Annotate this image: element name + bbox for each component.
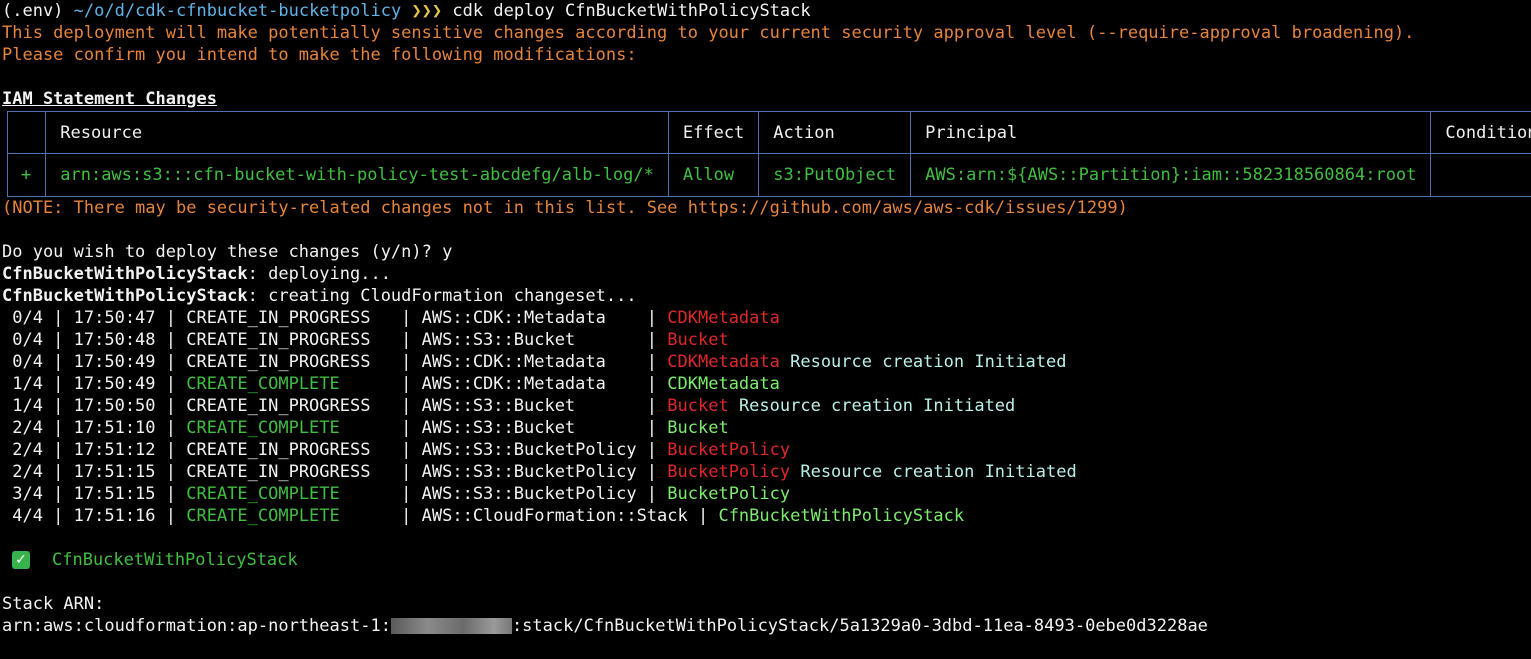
event-progress: 3/4 | 17:51:15 | — [2, 484, 187, 504]
event-progress: 2/4 | 17:51:10 | — [2, 418, 187, 438]
event-progress: 0/4 | 17:50:49 | — [2, 352, 187, 372]
event-status: CREATE_IN_PROGRESS — [186, 396, 391, 416]
event-resource-type: | AWS::CloudFormation::Stack | — [390, 506, 719, 526]
row-add-mark: + — [6, 153, 47, 197]
event-progress: 1/4 | 17:50:49 | — [2, 374, 187, 394]
terminal-window[interactable]: (.env) ~/o/d/cdk-cfnbucket-bucketpolicy … — [2, 0, 1531, 637]
event-resource-type: | AWS::S3::Bucket | — [390, 418, 668, 438]
event-resource-name: CDKMetadata — [667, 352, 780, 372]
table-header-effect: Effect — [667, 111, 760, 154]
table-row: + arn:aws:s3:::cfn-bucket-with-policy-te… — [6, 153, 1531, 197]
event-resource-type: | AWS::CDK::Metadata | — [390, 352, 668, 372]
deploying-text: : deploying... — [247, 264, 391, 284]
stack-name: CfnBucketWithPolicyStack — [2, 286, 248, 306]
event-resource-name: CfnBucketWithPolicyStack — [718, 506, 965, 526]
event-status: CREATE_IN_PROGRESS — [186, 330, 391, 350]
event-resource-type: | AWS::S3::Bucket | — [390, 396, 668, 416]
event-row: 0/4 | 17:50:48 | CREATE_IN_PROGRESS | AW… — [2, 329, 1529, 351]
changeset-line: CfnBucketWithPolicyStack: creating Cloud… — [2, 285, 1529, 307]
event-row: 2/4 | 17:51:10 | CREATE_COMPLETE | AWS::… — [2, 417, 1529, 439]
event-resource-name: BucketPolicy — [667, 462, 791, 482]
prompt-line: (.env) ~/o/d/cdk-cfnbucket-bucketpolicy … — [2, 0, 1529, 22]
stack-arn-line: arn:aws:cloudformation:ap-northeast-1: :s… — [2, 615, 1529, 637]
event-resource-type: | AWS::CDK::Metadata | — [390, 374, 668, 394]
warning-line-2: Please confirm you intend to make the fo… — [2, 45, 637, 65]
event-row: 2/4 | 17:51:15 | CREATE_IN_PROGRESS | AW… — [2, 461, 1529, 483]
event-resource-name: CDKMetadata — [667, 308, 780, 328]
event-resource-type: | AWS::CDK::Metadata | — [390, 308, 668, 328]
event-progress: 0/4 | 17:50:47 | — [2, 308, 187, 328]
table-header-resource: Resource — [45, 111, 669, 154]
iam-heading: IAM Statement Changes — [2, 89, 217, 109]
deployed-stack-name: CfnBucketWithPolicyStack — [52, 550, 298, 570]
event-status: CREATE_COMPLETE — [186, 506, 391, 526]
note-line: (NOTE: There may be security-related cha… — [2, 198, 1128, 218]
event-row: 1/4 | 17:50:49 | CREATE_COMPLETE | AWS::… — [2, 373, 1529, 395]
iam-changes-table: Resource Effect Action Principal Conditi… — [6, 111, 1531, 197]
event-progress: 4/4 | 17:51:16 | — [2, 506, 187, 526]
event-row: 0/4 | 17:50:49 | CREATE_IN_PROGRESS | AW… — [2, 351, 1529, 373]
event-status: CREATE_IN_PROGRESS — [186, 308, 391, 328]
event-row: 1/4 | 17:50:50 | CREATE_IN_PROGRESS | AW… — [2, 395, 1529, 417]
table-header-action: Action — [758, 111, 912, 154]
confirm-line: Do you wish to deploy these changes (y/n… — [2, 242, 453, 262]
event-resource-name: Bucket — [667, 396, 729, 416]
table-header-mark — [6, 111, 47, 154]
prompt-arrows-icon: ❯❯❯ — [411, 1, 443, 21]
event-detail: Resource creation Initiated — [790, 462, 1077, 482]
event-progress: 0/4 | 17:50:48 | — [2, 330, 187, 350]
row-principal: AWS:arn:${AWS::Partition}:iam::582318560… — [910, 153, 1432, 197]
event-progress: 2/4 | 17:51:15 | — [2, 462, 187, 482]
row-resource: arn:aws:s3:::cfn-bucket-with-policy-test… — [45, 153, 669, 197]
row-action: s3:PutObject — [758, 153, 912, 197]
event-row: 3/4 | 17:51:15 | CREATE_COMPLETE | AWS::… — [2, 483, 1529, 505]
stack-arn-label: Stack ARN: — [2, 594, 105, 614]
event-resource-type: | AWS::S3::BucketPolicy | — [390, 484, 668, 504]
table-header-principal: Principal — [910, 111, 1432, 154]
check-mark-icon: ✓ — [12, 551, 30, 569]
venv-indicator: (.env) — [2, 1, 64, 21]
event-row: 2/4 | 17:51:12 | CREATE_IN_PROGRESS | AW… — [2, 439, 1529, 461]
event-resource-type: | AWS::S3::BucketPolicy | — [390, 440, 668, 460]
deploying-line: CfnBucketWithPolicyStack: deploying... — [2, 263, 1529, 285]
event-row: 0/4 | 17:50:47 | CREATE_IN_PROGRESS | AW… — [2, 307, 1529, 329]
event-resource-name: Bucket — [667, 330, 729, 350]
event-status: CREATE_IN_PROGRESS — [186, 440, 391, 460]
row-condition — [1430, 153, 1531, 197]
event-detail: Resource creation Initiated — [728, 396, 1016, 416]
event-status: CREATE_COMPLETE — [186, 418, 391, 438]
stack-name: CfnBucketWithPolicyStack — [2, 264, 248, 284]
event-log: 0/4 | 17:50:47 | CREATE_IN_PROGRESS | AW… — [2, 307, 1529, 527]
table-header-row: Resource Effect Action Principal Conditi… — [6, 111, 1531, 154]
event-detail: Resource creation Initiated — [779, 352, 1067, 372]
event-status: CREATE_IN_PROGRESS — [186, 352, 391, 372]
event-resource-name: BucketPolicy — [667, 440, 791, 460]
event-resource-name: Bucket — [667, 418, 729, 438]
table-header-condition: Condition — [1430, 111, 1531, 154]
event-status: CREATE_IN_PROGRESS — [186, 462, 391, 482]
event-progress: 1/4 | 17:50:50 | — [2, 396, 187, 416]
event-status: CREATE_COMPLETE — [186, 484, 391, 504]
event-resource-type: | AWS::S3::BucketPolicy | — [390, 462, 668, 482]
success-line: ✓ CfnBucketWithPolicyStack — [2, 549, 1529, 571]
event-resource-name: BucketPolicy — [667, 484, 791, 504]
arn-prefix: arn:aws:cloudformation:ap-northeast-1: — [2, 616, 391, 636]
row-effect: Allow — [667, 153, 760, 197]
event-row: 4/4 | 17:51:16 | CREATE_COMPLETE | AWS::… — [2, 505, 1529, 527]
event-resource-type: | AWS::S3::Bucket | — [390, 330, 668, 350]
command-text: cdk deploy CfnBucketWithPolicyStack — [452, 1, 811, 21]
redacted-account-id — [390, 618, 512, 634]
arn-suffix: :stack/CfnBucketWithPolicyStack/5a1329a0… — [511, 616, 1208, 636]
event-status: CREATE_COMPLETE — [186, 374, 391, 394]
warning-line-1: This deployment will make potentially se… — [2, 23, 1415, 43]
current-directory: ~/o/d/cdk-cfnbucket-bucketpolicy — [73, 1, 402, 21]
event-progress: 2/4 | 17:51:12 | — [2, 440, 187, 460]
changeset-text: : creating CloudFormation changeset... — [247, 286, 637, 306]
event-resource-name: CDKMetadata — [667, 374, 780, 394]
